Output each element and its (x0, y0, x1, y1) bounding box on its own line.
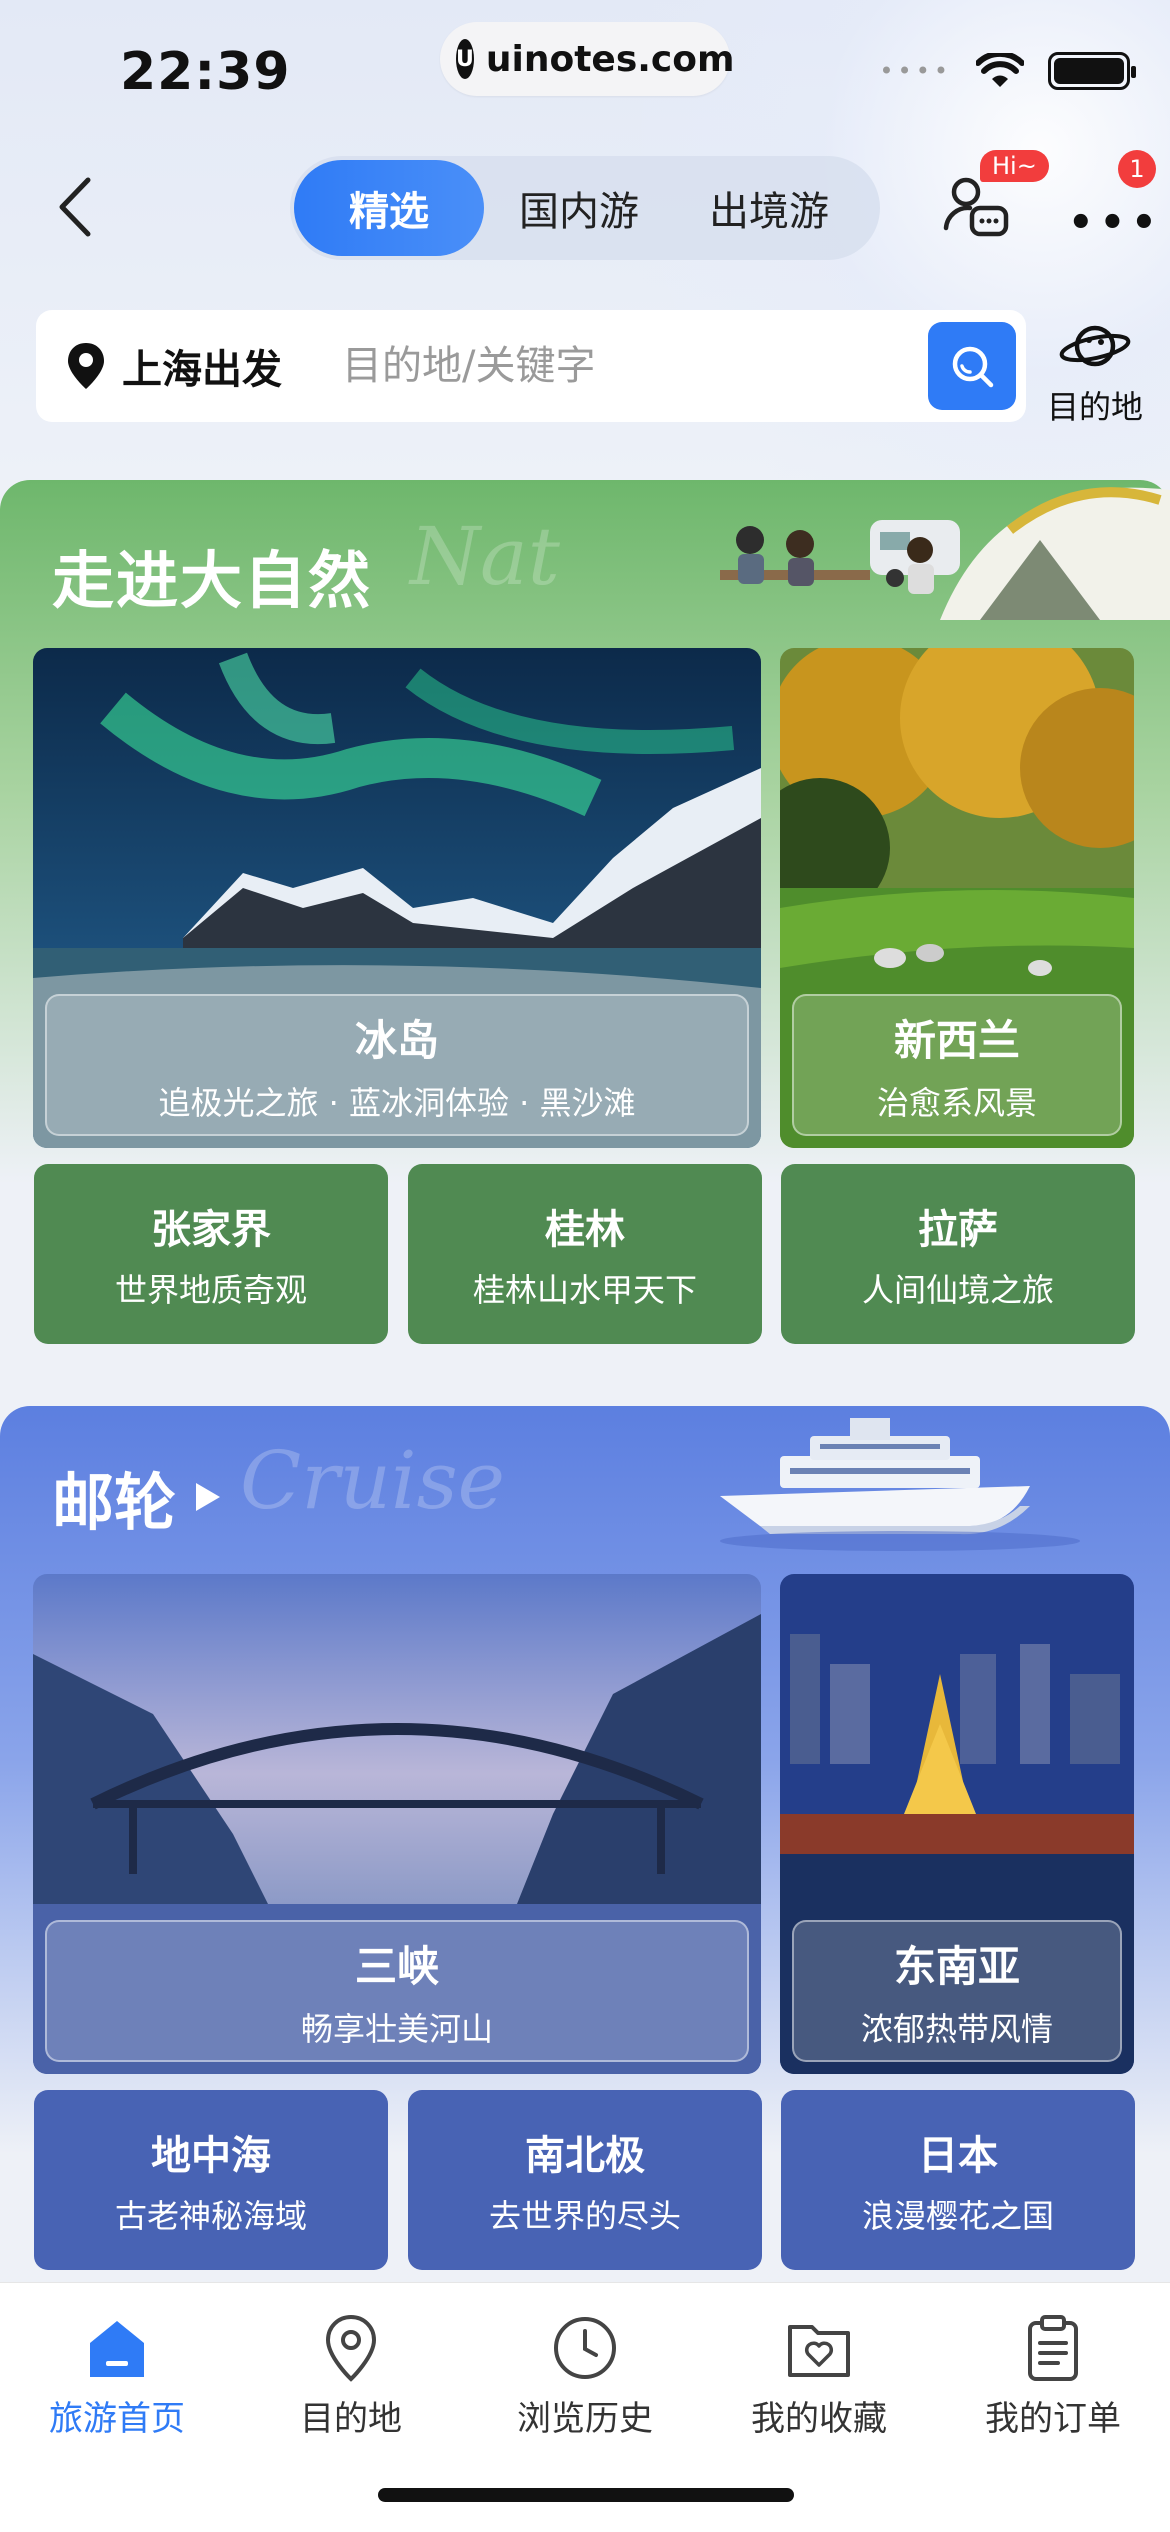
tab-destination-label: 目的地 (300, 2399, 402, 2439)
tab-travel-home-label: 旅游首页 (49, 2399, 185, 2439)
southeast-asia-title: 东南亚 (893, 1941, 1020, 1991)
tab-domestic[interactable]: 国内游 (484, 160, 674, 256)
destination-card-southeast-asia[interactable]: 东南亚 浓郁热带风情 (780, 1574, 1134, 2074)
lhasa-subtitle: 人间仙境之旅 (861, 1271, 1054, 1309)
destination-shortcut-label: 目的地 (1046, 388, 1143, 426)
category-tabs: 精选 国内游 出境游 (290, 156, 880, 260)
status-indicators: •••• (879, 52, 1136, 90)
clock-icon (554, 2317, 616, 2379)
polar-subtitle: 去世界的尽头 (488, 2197, 681, 2235)
zhangjiajie-title: 张家界 (151, 1207, 271, 1253)
location-pin-icon (325, 2314, 377, 2382)
url-text: uinotes.com (485, 38, 735, 80)
zhangjiajie-subtitle: 世界地质奇观 (114, 1271, 307, 1309)
home-icon (90, 2321, 144, 2377)
southeast-asia-subtitle: 浓郁热带风情 (860, 2009, 1053, 2048)
tab-history-label: 浏览历史 (517, 2399, 653, 2439)
search-bar: 上海出发 (36, 310, 1026, 422)
search-input[interactable] (342, 343, 862, 389)
destination-card-new-zealand[interactable]: 新西兰 治愈系风景 (780, 648, 1134, 1148)
japan-title: 日本 (918, 2133, 998, 2179)
url-pill[interactable]: U uinotes.com (440, 22, 735, 96)
search-button[interactable] (928, 322, 1016, 410)
three-gorges-title: 三峡 (354, 1941, 439, 1991)
heart-folder-icon (788, 2325, 850, 2377)
cruise-watermark: Cruise (240, 1434, 505, 1527)
iceland-title: 冰岛 (354, 1015, 439, 1065)
cruise-section-title: 邮轮 (52, 1466, 177, 1539)
clipboard-icon (1028, 2315, 1078, 2381)
destination-card-three-gorges[interactable]: 三峡 畅享壮美河山 (33, 1574, 761, 2074)
planet-icon (1059, 325, 1131, 367)
location-pin-icon (68, 343, 104, 389)
tab-destination[interactable]: 目的地 (234, 2313, 468, 2440)
new-zealand-caption: 新西兰 治愈系风景 (792, 994, 1122, 1136)
hi-badge: Hi~ (980, 150, 1049, 182)
wifi-icon (976, 53, 1024, 87)
tab-history[interactable]: 浏览历史 (468, 2313, 702, 2440)
tab-outbound[interactable]: 出境游 (674, 160, 864, 256)
nature-section-title[interactable]: 走进大自然 (52, 530, 372, 620)
destination-card-iceland[interactable]: 冰岛 追极光之旅 · 蓝冰洞体验 · 黑沙滩 (33, 648, 761, 1148)
three-gorges-caption: 三峡 畅享壮美河山 (45, 1920, 749, 2062)
more-options-icon[interactable]: ••• (1068, 200, 1163, 246)
cruise-section-header[interactable]: 邮轮 (52, 1452, 222, 1542)
new-zealand-title: 新西兰 (893, 1015, 1020, 1065)
destination-tile-japan[interactable]: 日本 浪漫樱花之国 (781, 2090, 1135, 2270)
lhasa-title: 拉萨 (918, 1207, 998, 1253)
tab-featured[interactable]: 精选 (294, 160, 484, 256)
guilin-title: 桂林 (545, 1207, 625, 1253)
guilin-subtitle: 桂林山水甲天下 (472, 1271, 697, 1309)
three-gorges-subtitle: 畅享壮美河山 (300, 2009, 493, 2048)
play-triangle-icon (196, 1483, 221, 1511)
customer-service-icon[interactable] (940, 172, 1010, 242)
nature-watermark: Nat (410, 510, 560, 603)
notification-badge: 1 (1118, 150, 1156, 188)
mediterranean-title: 地中海 (151, 2133, 271, 2179)
southeast-asia-caption: 东南亚 浓郁热带风情 (792, 1920, 1122, 2062)
iceland-subtitle: 追极光之旅 · 蓝冰洞体验 · 黑沙滩 (158, 1083, 636, 1122)
iceland-caption: 冰岛 追极光之旅 · 蓝冰洞体验 · 黑沙滩 (45, 994, 749, 1136)
cruise-section: 邮轮 Cruise 三峡 畅享壮美河山 东南亚 浓郁热带风情 地中海 古老神秘海… (0, 1406, 1170, 2286)
destination-tile-zhangjiajie[interactable]: 张家界 世界地质奇观 (34, 1164, 388, 1344)
japan-subtitle: 浪漫樱花之国 (861, 2197, 1054, 2235)
polar-title: 南北极 (525, 2133, 645, 2179)
destination-tile-mediterranean[interactable]: 地中海 古老神秘海域 (34, 2090, 388, 2270)
home-indicator[interactable] (378, 2488, 794, 2502)
battery-icon (1048, 52, 1136, 90)
camping-illustration (720, 487, 1170, 620)
back-arrow-icon[interactable] (48, 172, 104, 242)
nature-section: 走进大自然 Nat 冰岛 追极光之旅 · 蓝冰洞体验 · 黑沙滩 新西兰 治愈系… (0, 480, 1170, 1360)
status-time: 22:39 (120, 42, 291, 102)
departure-city[interactable]: 上海出发 (122, 337, 282, 395)
new-zealand-subtitle: 治愈系风景 (876, 1083, 1037, 1122)
tab-favorites[interactable]: 我的收藏 (702, 2313, 936, 2440)
site-logo-icon: U (456, 39, 474, 79)
tab-travel-home[interactable]: 旅游首页 (0, 2313, 234, 2440)
mediterranean-subtitle: 古老神秘海域 (114, 2197, 307, 2235)
tab-orders[interactable]: 我的订单 (936, 2313, 1170, 2440)
signal-dots-icon: •••• (879, 57, 952, 85)
tab-favorites-label: 我的收藏 (751, 2399, 887, 2439)
cruise-ship-illustration (720, 1418, 1080, 1551)
search-icon (952, 346, 994, 388)
destination-shortcut[interactable]: 目的地 (1040, 318, 1150, 428)
destination-tile-polar[interactable]: 南北极 去世界的尽头 (408, 2090, 762, 2270)
tab-orders-label: 我的订单 (985, 2399, 1121, 2439)
destination-tile-guilin[interactable]: 桂林 桂林山水甲天下 (408, 1164, 762, 1344)
destination-tile-lhasa[interactable]: 拉萨 人间仙境之旅 (781, 1164, 1135, 1344)
